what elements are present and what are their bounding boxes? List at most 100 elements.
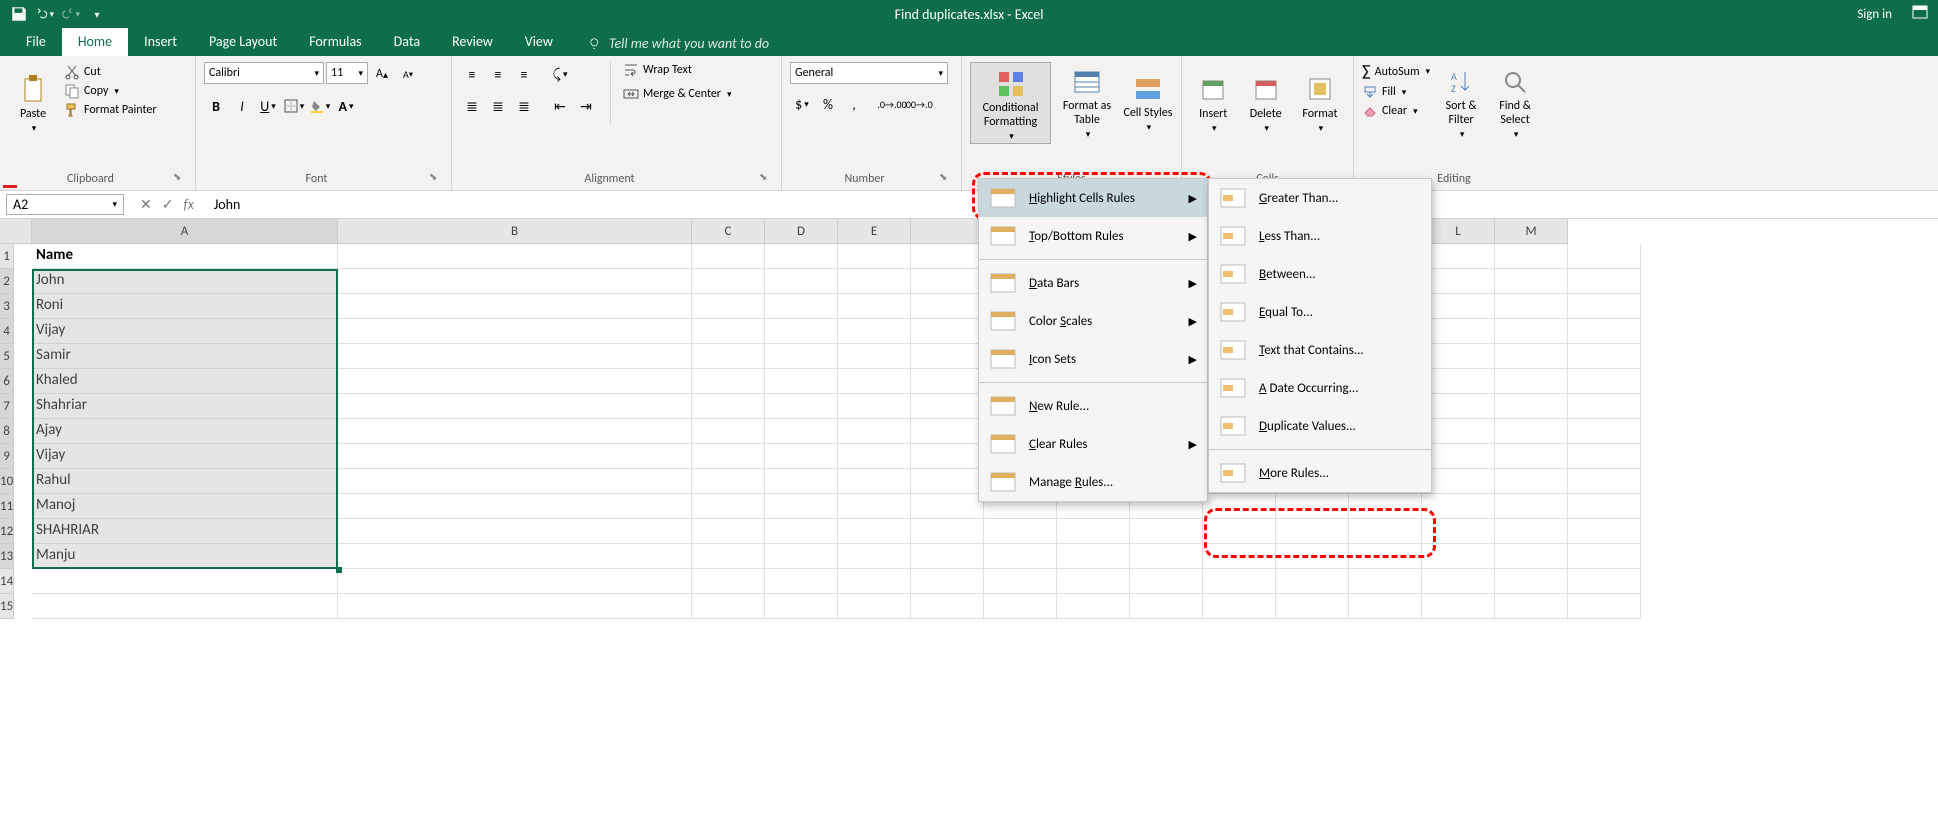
- fill-handle[interactable]: [336, 567, 342, 573]
- increase-font-button[interactable]: A▴: [370, 62, 394, 86]
- row-7[interactable]: 7: [0, 394, 14, 419]
- merge-center-button[interactable]: Merge & Center▾: [623, 86, 732, 102]
- align-center-button[interactable]: ≣: [486, 94, 510, 118]
- cut-button[interactable]: Cut: [64, 64, 157, 80]
- align-bottom-button[interactable]: ≡: [512, 62, 536, 86]
- conditional-formatting-button[interactable]: Conditional Formatting▾: [970, 62, 1051, 144]
- menu-item-icon-sets[interactable]: Icon Sets▶: [979, 340, 1207, 378]
- cell-a4[interactable]: Vijay: [32, 319, 338, 344]
- italic-button[interactable]: I: [230, 94, 254, 118]
- decrease-indent-button[interactable]: ⇤: [548, 94, 572, 118]
- format-button[interactable]: Format▾: [1295, 62, 1345, 144]
- fill-button[interactable]: Fill▾: [1362, 84, 1430, 100]
- row-8[interactable]: 8: [0, 419, 14, 444]
- fill-color-button[interactable]: ▾: [308, 94, 332, 118]
- cell-a8[interactable]: Ajay: [32, 419, 338, 444]
- menu-item-data-bars[interactable]: Data Bars▶: [979, 264, 1207, 302]
- col-l[interactable]: L: [1422, 219, 1495, 244]
- select-all-corner[interactable]: [0, 219, 32, 244]
- row-6[interactable]: 6: [0, 369, 14, 394]
- number-launcher[interactable]: ⬊: [939, 170, 953, 184]
- alignment-launcher[interactable]: ⬊: [759, 170, 773, 184]
- menu-item-manage-rules-[interactable]: Manage Rules...: [979, 463, 1207, 501]
- cell-a14[interactable]: [32, 569, 338, 594]
- row-9[interactable]: 9: [0, 444, 14, 469]
- row-5[interactable]: 5: [0, 344, 14, 369]
- sort-filter-button[interactable]: AZSort & Filter▾: [1436, 62, 1486, 144]
- clear-button[interactable]: Clear▾: [1362, 103, 1430, 119]
- col-b[interactable]: B: [338, 219, 692, 244]
- submenu-item-greater-than-[interactable]: Greater Than...: [1209, 179, 1431, 217]
- submenu-item-between-[interactable]: Between...: [1209, 255, 1431, 293]
- col-e[interactable]: E: [838, 219, 911, 244]
- col-d[interactable]: D: [765, 219, 838, 244]
- undo-icon[interactable]: ▾: [36, 5, 54, 23]
- submenu-item-equal-to-[interactable]: Equal To...: [1209, 293, 1431, 331]
- align-left-button[interactable]: ≣: [460, 94, 484, 118]
- tab-home[interactable]: Home: [62, 27, 128, 56]
- align-middle-button[interactable]: ≡: [486, 62, 510, 86]
- cell-a13[interactable]: Manju: [32, 544, 338, 569]
- customize-qat-icon[interactable]: ▾: [88, 5, 106, 23]
- redo-icon[interactable]: ▾: [62, 5, 80, 23]
- clipboard-launcher[interactable]: ⬊: [173, 170, 187, 184]
- paste-button[interactable]: Paste ▾: [8, 62, 58, 144]
- cell-a7[interactable]: Shahriar: [32, 394, 338, 419]
- row-15[interactable]: 15: [0, 594, 14, 619]
- col-a[interactable]: A: [32, 219, 338, 244]
- cell-a15[interactable]: [32, 594, 338, 619]
- tab-data[interactable]: Data: [378, 27, 436, 56]
- menu-item-highlight-cells-rules[interactable]: Highlight Cells Rules▶: [979, 179, 1207, 217]
- tell-me[interactable]: Tell me what you want to do: [589, 35, 769, 56]
- ribbon-display-icon[interactable]: [1912, 5, 1928, 23]
- font-size-combo[interactable]: 11▾: [326, 62, 368, 84]
- menu-item-new-rule-[interactable]: New Rule...: [979, 387, 1207, 425]
- align-right-button[interactable]: ≣: [512, 94, 536, 118]
- cancel-icon[interactable]: ✕: [140, 196, 152, 213]
- tab-file[interactable]: File: [10, 27, 62, 56]
- menu-item-color-scales[interactable]: Color Scales▶: [979, 302, 1207, 340]
- align-top-button[interactable]: ≡: [460, 62, 484, 86]
- row-4[interactable]: 4: [0, 319, 14, 344]
- decrease-font-button[interactable]: A▾: [396, 62, 420, 86]
- wrap-text-button[interactable]: Wrap Text: [623, 62, 732, 78]
- submenu-item-duplicate-values-[interactable]: Duplicate Values...: [1209, 407, 1431, 445]
- format-painter-button[interactable]: Format Painter: [64, 102, 157, 118]
- delete-button[interactable]: Delete▾: [1242, 62, 1288, 144]
- row-13[interactable]: 13: [0, 544, 14, 569]
- accounting-button[interactable]: $▾: [790, 92, 814, 116]
- row-10[interactable]: 10: [0, 469, 14, 494]
- comma-button[interactable]: ,: [842, 92, 866, 116]
- font-name-combo[interactable]: Calibri▾: [204, 62, 324, 84]
- row-12[interactable]: 12: [0, 519, 14, 544]
- cell-a10[interactable]: Rahul: [32, 469, 338, 494]
- tab-formulas[interactable]: Formulas: [293, 27, 377, 56]
- row-1[interactable]: 1: [0, 244, 14, 269]
- bold-button[interactable]: B: [204, 94, 228, 118]
- increase-decimal-button[interactable]: .0→.00: [880, 92, 904, 116]
- orientation-button[interactable]: ⤹▾: [548, 62, 572, 86]
- cell-a2[interactable]: John: [32, 269, 338, 294]
- font-launcher[interactable]: ⬊: [429, 170, 443, 184]
- tab-view[interactable]: View: [509, 27, 569, 56]
- tab-page-layout[interactable]: Page Layout: [193, 27, 293, 56]
- submenu-item-text-that-contains-[interactable]: Text that Contains...: [1209, 331, 1431, 369]
- cell-a3[interactable]: Roni: [32, 294, 338, 319]
- percent-button[interactable]: %: [816, 92, 840, 116]
- row-3[interactable]: 3: [0, 294, 14, 319]
- cell-a12[interactable]: SHAHRIAR: [32, 519, 338, 544]
- row-14[interactable]: 14: [0, 569, 14, 594]
- copy-button[interactable]: Copy▾: [64, 83, 157, 99]
- find-select-button[interactable]: Find & Select▾: [1492, 62, 1538, 144]
- submenu-item-a-date-occurring-[interactable]: A Date Occurring...: [1209, 369, 1431, 407]
- underline-button[interactable]: U▾: [256, 94, 280, 118]
- tab-insert[interactable]: Insert: [128, 27, 193, 56]
- menu-item-clear-rules[interactable]: Clear Rules▶: [979, 425, 1207, 463]
- col-m[interactable]: M: [1495, 219, 1568, 244]
- number-format-combo[interactable]: General▾: [790, 62, 948, 84]
- cell-a1[interactable]: Name: [32, 244, 338, 269]
- cell-a9[interactable]: Vijay: [32, 444, 338, 469]
- insert-function-icon[interactable]: fx: [183, 196, 193, 213]
- menu-item-top-bottom-rules[interactable]: Top/Bottom Rules▶: [979, 217, 1207, 255]
- submenu-item-more-rules-[interactable]: More Rules...: [1209, 454, 1431, 492]
